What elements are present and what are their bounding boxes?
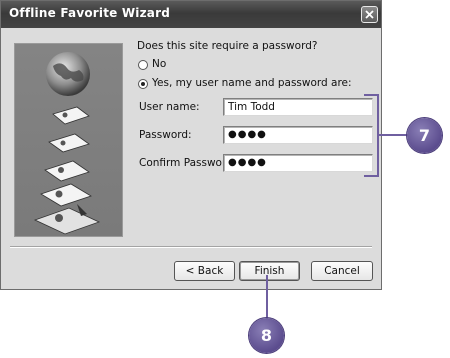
title-bar: Offline Favorite Wizard (1, 1, 381, 28)
window-title: Offline Favorite Wizard (9, 6, 171, 20)
button-separator (10, 246, 372, 248)
finish-callout-line (266, 275, 268, 319)
confirm-password-label: Confirm Password: (139, 157, 237, 169)
no-radio-label[interactable]: No (152, 58, 166, 70)
yes-radio[interactable] (138, 79, 148, 89)
page-stack-icon (33, 106, 101, 235)
wizard-illustration (14, 43, 123, 237)
finish-button[interactable]: Finish (239, 261, 300, 281)
password-question: Does this site require a password? (137, 40, 318, 52)
globe-icon (46, 52, 90, 96)
close-button[interactable] (361, 6, 378, 23)
yes-radio-label[interactable]: Yes, my user name and password are: (152, 77, 352, 89)
fields-callout-bracket (364, 94, 379, 177)
password-label: Password: (139, 129, 192, 141)
fields-callout-line (379, 134, 410, 136)
step-7-badge: 7 (407, 118, 442, 153)
back-button[interactable]: < Back (174, 261, 235, 281)
close-icon (365, 10, 374, 19)
confirm-password-field[interactable]: ●●●● (223, 154, 373, 172)
username-field[interactable]: Tim Todd (223, 98, 373, 116)
step-8-badge: 8 (249, 318, 284, 353)
cancel-button[interactable]: Cancel (311, 261, 373, 281)
no-radio[interactable] (138, 60, 148, 70)
dialog-body: Does this site require a password? No Ye… (2, 28, 380, 289)
username-label: User name: (139, 101, 200, 113)
password-field[interactable]: ●●●● (223, 126, 373, 144)
wizard-window: Offline Favorite Wizard Does this site r… (0, 0, 382, 290)
